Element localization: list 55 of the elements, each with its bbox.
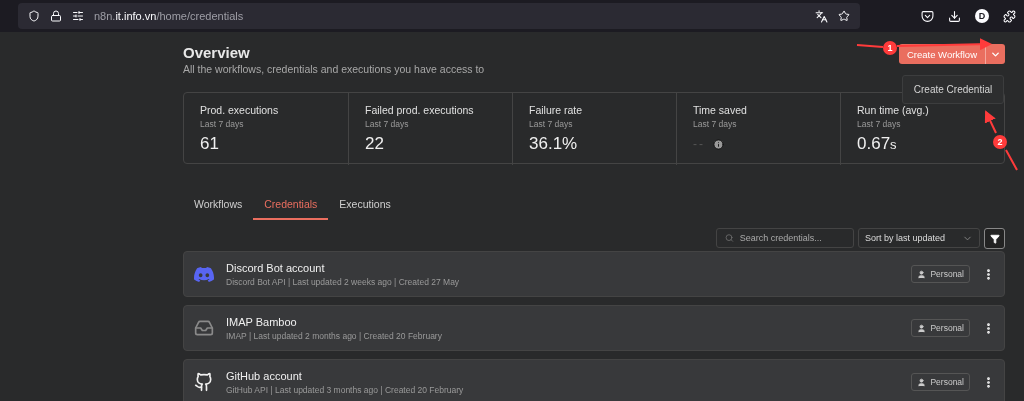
stat-label: Time saved xyxy=(693,104,748,116)
stat-label: Failed prod. executions xyxy=(365,104,475,116)
download-icon[interactable] xyxy=(948,9,961,23)
page-title: Overview xyxy=(183,44,251,61)
stat-value: 36.1% xyxy=(529,134,579,154)
credential-name: IMAP Bamboo xyxy=(226,315,298,328)
search-icon xyxy=(725,233,734,243)
menu-item[interactable]: Create Credential xyxy=(913,84,993,95)
permissions-icon[interactable] xyxy=(72,10,84,22)
stat-value: 0.67s xyxy=(857,134,898,154)
page-subtitle: All the workflows, credentials and executions you have access to xyxy=(183,63,485,75)
stat-value: 22 xyxy=(365,134,385,154)
translate-icon[interactable] xyxy=(815,9,828,23)
credential-name: Discord Bot account xyxy=(226,261,326,274)
credential-name: GitHub account xyxy=(226,369,303,382)
discord-icon xyxy=(194,266,214,282)
owner-badge: Personal xyxy=(911,319,970,337)
credential-card[interactable]: IMAP Bamboo IMAP | Last updated 2 months ago | Created 20 February Personal xyxy=(183,305,1005,351)
tab[interactable]: Executions xyxy=(328,194,402,220)
credential-card[interactable]: Discord Bot account Discord Bot API | Last updated 2 weeks ago | Created 27 May Personal xyxy=(183,251,1005,297)
profile-avatar[interactable]: D xyxy=(975,9,989,23)
address-bar[interactable]: n8n.it.info.vn/home/credentials xyxy=(18,3,860,29)
credential-card[interactable]: GitHub account GitHub API | Last updated 3 months ago | Created 20 February Personal xyxy=(183,359,1005,401)
stat-period: Last 7 days xyxy=(693,119,738,129)
extensions-icon[interactable] xyxy=(1003,9,1016,23)
credential-meta: IMAP | Last updated 2 months ago | Created 20 February xyxy=(226,330,443,341)
owner-badge: Personal xyxy=(911,265,970,283)
url-text: n8n.it.info.vn/home/credentials xyxy=(94,10,245,22)
inbox-icon xyxy=(194,318,214,338)
shield-icon[interactable] xyxy=(28,10,40,22)
stat-period: Last 7 days xyxy=(365,119,410,129)
search-field[interactable]: Search credentials... xyxy=(716,228,854,248)
stat-label: Run time (avg.) xyxy=(857,104,930,116)
bookmark-star-icon[interactable] xyxy=(838,10,850,22)
sort-select[interactable]: Sort by last updated xyxy=(858,228,980,248)
tab[interactable]: Workflows xyxy=(183,194,254,220)
filter-icon xyxy=(989,233,1000,244)
info-icon[interactable] xyxy=(713,138,724,150)
github-icon xyxy=(194,372,214,392)
credential-meta: Discord Bot API | Last updated 2 weeks ago | Created 27 May xyxy=(226,276,461,287)
pocket-icon[interactable] xyxy=(921,9,934,23)
stat-period: Last 7 days xyxy=(857,119,902,129)
lock-icon[interactable] xyxy=(50,10,62,22)
filter-button[interactable] xyxy=(984,228,1005,249)
owner-badge: Personal xyxy=(911,373,970,391)
stat-value: -- xyxy=(693,137,705,151)
stat-label: Failure rate xyxy=(529,104,584,116)
tab[interactable]: Credentials xyxy=(253,194,329,220)
stat-label: Prod. executions xyxy=(200,104,280,116)
search-input[interactable]: Search credentials... xyxy=(739,233,845,243)
stat-period: Last 7 days xyxy=(529,119,574,129)
stat-period: Last 7 days xyxy=(200,119,245,129)
create-dropdown-toggle[interactable] xyxy=(985,44,1005,64)
stat-value: 61 xyxy=(200,134,220,154)
credential-meta: GitHub API | Last updated 3 months ago | Created 20 February xyxy=(226,384,465,395)
